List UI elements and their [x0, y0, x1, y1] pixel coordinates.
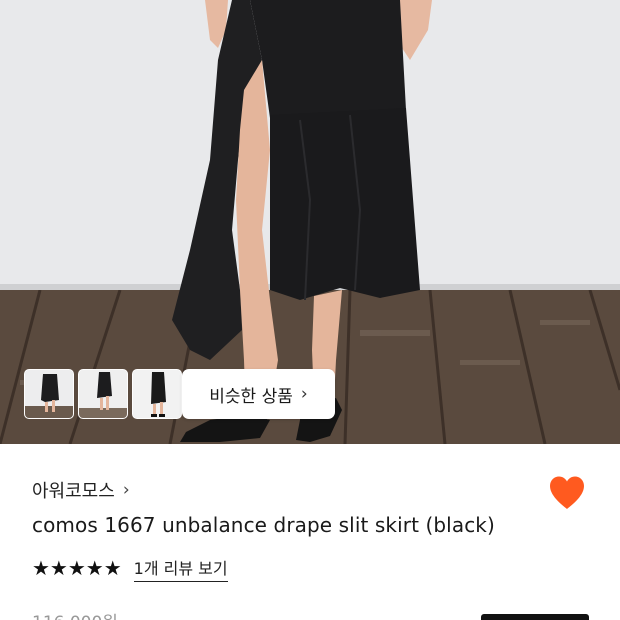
original-price: 116,000원 — [32, 608, 118, 620]
thumbnail-3[interactable] — [132, 369, 182, 419]
brand-link[interactable]: 아워코모스 › — [32, 477, 130, 503]
thumbnail-strip — [24, 369, 182, 419]
chevron-right-icon: › — [122, 480, 130, 500]
similar-products-label: 비슷한 상품 — [209, 386, 293, 407]
brand-name: 아워코모스 — [32, 481, 115, 502]
action-button[interactable] — [481, 614, 589, 620]
similar-products-button[interactable]: 비슷한 상품 › — [182, 369, 335, 419]
product-title: comos 1667 unbalance drape slit skirt (b… — [32, 513, 495, 537]
star-rating: ★★★★★ — [32, 559, 122, 579]
thumbnail-1[interactable] — [24, 369, 74, 419]
rating-row: ★★★★★ 1개 리뷰 보기 — [32, 555, 228, 582]
star-rating-text: ★★★★★ — [32, 557, 122, 580]
product-hero-image[interactable]: 비슷한 상품 › — [0, 0, 620, 444]
chevron-right-icon: › — [300, 384, 308, 404]
review-link[interactable]: 1개 리뷰 보기 — [133, 555, 228, 582]
thumbnail-2[interactable] — [78, 369, 128, 419]
heart-icon[interactable] — [548, 475, 586, 511]
